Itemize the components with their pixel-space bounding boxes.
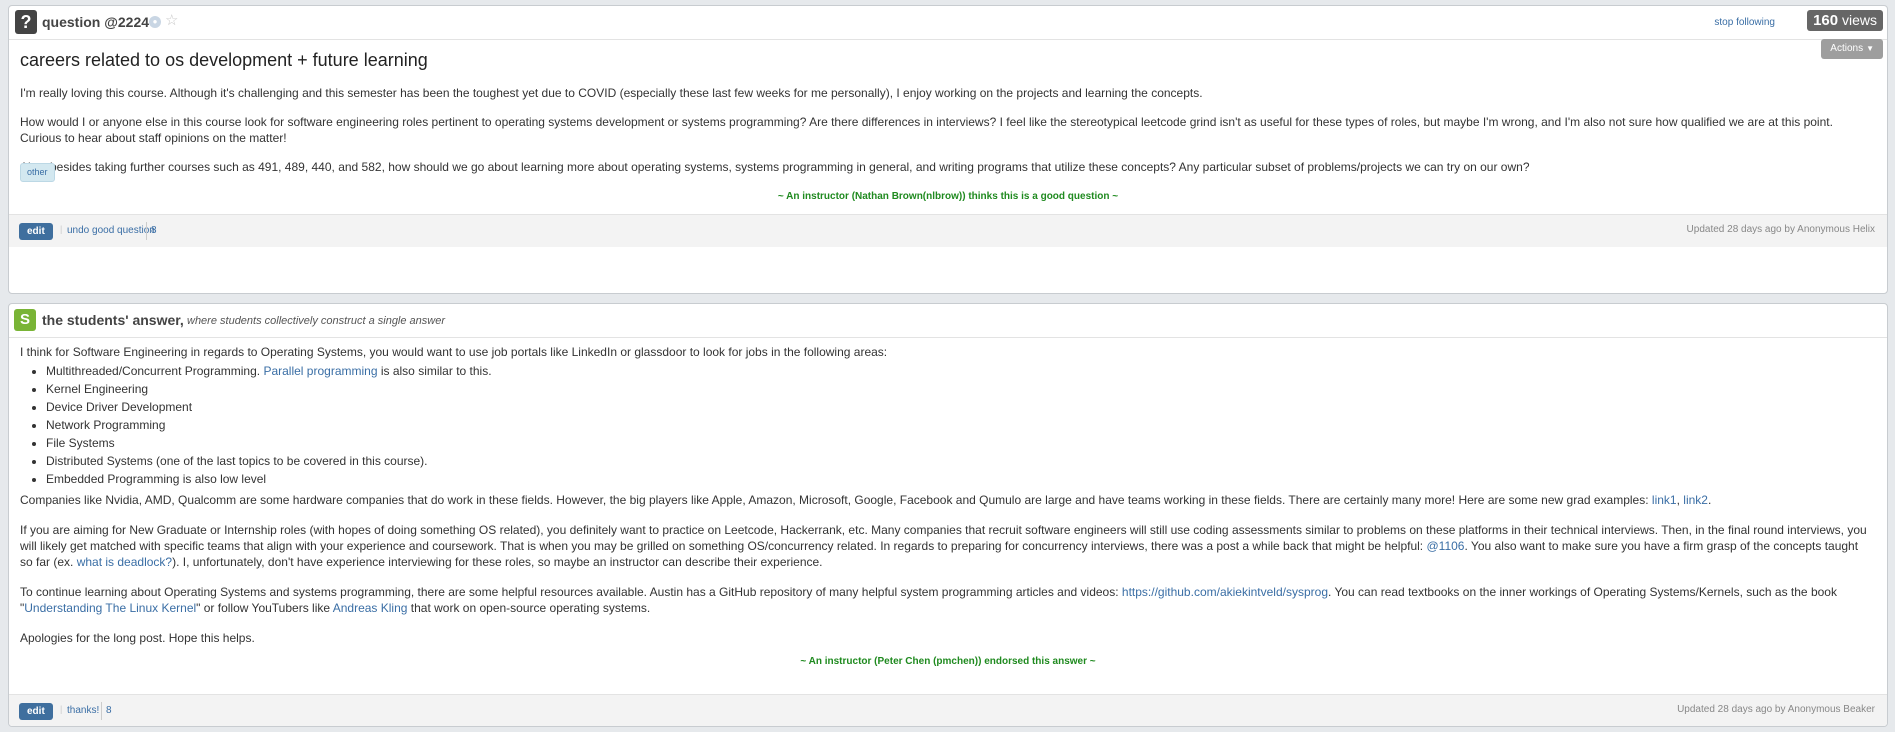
answer-footer: edit | thanks! 8 Updated 28 days ago by … [9, 694, 1887, 726]
tag-other[interactable]: other [20, 163, 55, 182]
question-paragraph-3: Also, besides taking further courses suc… [20, 160, 1530, 174]
areas-list: Multithreaded/Concurrent Programming. Pa… [20, 362, 1871, 488]
list-item: Distributed Systems (one of the last top… [46, 452, 1871, 470]
question-label: question @2224 [42, 14, 150, 30]
stop-following-link[interactable]: stop following [1714, 17, 1775, 28]
question-body-2: How would I or anyone else in this cours… [20, 114, 1871, 146]
parallel-programming-link[interactable]: Parallel programming [263, 364, 377, 378]
answer-endorsement: ~ An instructor (Peter Chen (pmchen)) en… [800, 656, 1096, 667]
deadlock-link[interactable]: what is deadlock? [77, 555, 172, 569]
list-item: Kernel Engineering [46, 380, 1871, 398]
link1[interactable]: link1 [1652, 493, 1677, 507]
question-card: ? question @2224 ● ☆ stop following 160 … [8, 5, 1888, 294]
answer-paragraph-interviews: If you are aiming for New Graduate or In… [20, 522, 1871, 570]
thanks-link[interactable]: thanks! [67, 705, 99, 716]
question-header: ? question @2224 ● ☆ stop following 160 … [9, 6, 1887, 40]
list-item-text: Multithreaded/Concurrent Programming. [46, 364, 261, 378]
question-body-3: Also, besides taking further courses suc… [20, 159, 1871, 175]
list-item-text: is also similar to this. [380, 364, 492, 378]
list-item: File Systems [46, 434, 1871, 452]
views-badge: 160 views [1807, 10, 1883, 31]
divider [101, 702, 102, 720]
answer-paragraph-closing: Apologies for the long post. Hope this h… [20, 631, 255, 645]
divider-dot: | [60, 224, 63, 234]
globe-icon[interactable]: ● [149, 16, 161, 28]
question-endorsement: ~ An instructor (Nathan Brown(nlbrow)) t… [777, 191, 1119, 202]
answer-intro: I think for Software Engineering in rega… [20, 345, 888, 359]
actions-label: Actions [1830, 43, 1864, 54]
andreas-kling-link[interactable]: Andreas Kling [333, 601, 408, 615]
list-item: Device Driver Development [46, 398, 1871, 416]
resources-text-3: " or follow YouTubers like [196, 601, 331, 615]
list-item: Network Programming [46, 416, 1871, 434]
divider-dot: | [60, 704, 63, 714]
undo-good-question-link[interactable]: undo good question [67, 225, 155, 236]
answer-title: the students' answer, [42, 312, 184, 328]
views-count: 160 [1813, 12, 1839, 29]
question-title: careers related to os development + futu… [20, 50, 428, 70]
good-question-count[interactable]: 8 [151, 225, 157, 236]
list-item: Multithreaded/Concurrent Programming. Pa… [46, 362, 1871, 380]
post-1106-link[interactable]: @1106 [1426, 539, 1464, 553]
answer-card: S the students' answer, where students c… [8, 303, 1888, 727]
edit-button[interactable]: edit [19, 223, 53, 240]
thanks-count[interactable]: 8 [106, 705, 112, 716]
answer-paragraph-companies: Companies like Nvidia, AMD, Qualcomm are… [20, 492, 1871, 508]
students-answer-icon: S [14, 309, 36, 331]
star-icon[interactable]: ☆ [165, 13, 178, 29]
answer-subtitle: where students collectively construct a … [187, 315, 446, 327]
resources-text: To continue learning about Operating Sys… [20, 585, 1119, 599]
list-item: Embedded Programming is also low level [46, 470, 1871, 488]
question-paragraph-1: I'm really loving this course. Although … [20, 86, 1203, 100]
updated-text: Updated 28 days ago by Anonymous Helix [1686, 224, 1875, 235]
divider [146, 222, 147, 240]
edit-answer-button[interactable]: edit [19, 703, 53, 720]
answer-body: I think for Software Engineering in rega… [20, 344, 1871, 646]
interviews-text-3: ). I, unfortunately, don't have experien… [172, 555, 823, 569]
comma: , [1676, 493, 1680, 507]
answer-header: S the students' answer, where students c… [9, 304, 1887, 338]
question-paragraph-2: How would I or anyone else in this cours… [20, 115, 1833, 145]
answer-paragraph-resources: To continue learning about Operating Sys… [20, 584, 1871, 616]
linux-kernel-book-link[interactable]: Understanding The Linux Kernel [24, 601, 196, 615]
link2[interactable]: link2 [1683, 493, 1708, 507]
views-label: views [1841, 12, 1877, 28]
question-mark-icon: ? [15, 10, 37, 34]
period: . [1707, 493, 1712, 507]
resources-text-4: that work on open-source operating syste… [410, 601, 651, 615]
companies-text: Companies like Nvidia, AMD, Qualcomm are… [20, 493, 1649, 507]
answer-updated-text: Updated 28 days ago by Anonymous Beaker [1677, 704, 1875, 715]
question-footer: edit | undo good question 8 Updated 28 d… [9, 214, 1887, 247]
actions-dropdown[interactable]: Actions ▼ [1821, 39, 1883, 59]
caret-down-icon: ▼ [1866, 44, 1874, 53]
github-link[interactable]: https://github.com/akiekintveld/sysprog [1122, 585, 1328, 599]
question-body: I'm really loving this course. Although … [20, 85, 1871, 101]
